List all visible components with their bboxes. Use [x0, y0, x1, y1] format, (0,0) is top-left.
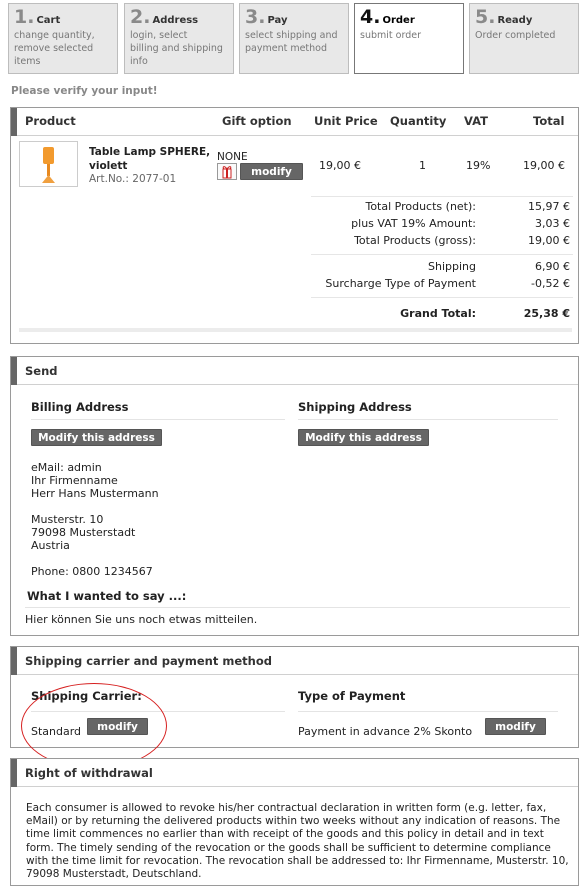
step-description: change quantity, remove selected items	[14, 30, 95, 67]
message-title: What I wanted to say ...:	[27, 589, 187, 603]
summary-label: Shipping	[428, 260, 476, 273]
step-cart[interactable]: 1. Cart change quantity, remove selected it…	[8, 3, 118, 74]
summary-label: Surcharge Type of Payment	[325, 277, 476, 290]
lamp-image-icon	[42, 147, 55, 183]
section-title: Send	[11, 357, 578, 385]
gift-icon[interactable]	[217, 163, 237, 180]
payment-type-value: Payment in advance 2% Skonto	[298, 725, 473, 738]
summary-label: Total Products (net):	[365, 200, 476, 213]
annotation-ellipse	[21, 683, 167, 769]
divider	[298, 711, 558, 712]
step-title: Cart	[36, 15, 61, 26]
column-header-total: Total	[533, 114, 565, 128]
summary-value: 6,90 €	[535, 260, 570, 273]
vat-rate: 19%	[466, 159, 491, 172]
column-header-product: Product	[25, 114, 76, 128]
verify-notice: Please verify your input!	[11, 85, 158, 97]
unit-price: 19,00 €	[319, 159, 361, 172]
summary-value: 15,97 €	[528, 200, 570, 213]
step-number: 3.	[245, 6, 266, 28]
withdrawal-section: Right of withdrawal Each consumer is all…	[10, 758, 579, 886]
order-summary-table: Product Gift option Unit Price Quantity …	[10, 107, 579, 344]
step-description: submit order	[360, 30, 421, 41]
modify-payment-button[interactable]: modify	[485, 718, 546, 735]
divider	[31, 419, 285, 420]
summary-label: Total Products (gross):	[354, 234, 476, 247]
step-number: 1.	[14, 6, 35, 28]
step-title: Pay	[267, 15, 288, 26]
line-total: 19,00 €	[523, 159, 565, 172]
summary-label: plus VAT 19% Amount:	[351, 217, 476, 230]
step-title: Order	[382, 15, 415, 26]
quantity: 1	[419, 159, 426, 172]
shipping-address-title: Shipping Address	[298, 400, 412, 414]
divider	[311, 297, 573, 298]
step-address[interactable]: 2. Address login, select billing and shipp…	[124, 3, 234, 74]
table-header-row	[11, 108, 578, 136]
billing-address-text: eMail: admin Ihr Firmenname Herr Hans Mu…	[31, 461, 159, 578]
step-title: Address	[152, 15, 199, 26]
summary-value: 19,00 €	[528, 234, 570, 247]
step-description: Order completed	[475, 30, 556, 41]
payment-type-title: Type of Payment	[298, 689, 406, 703]
product-image[interactable]	[19, 141, 78, 187]
gift-option-value: NONE	[217, 151, 248, 163]
grand-total-value: 25,38 €	[523, 307, 570, 320]
divider	[311, 254, 573, 255]
column-header-vat: VAT	[464, 114, 488, 128]
column-header-quantity: Quantity	[390, 114, 447, 128]
step-description: select shipping and payment method	[245, 30, 338, 54]
column-header-unit-price: Unit Price	[314, 114, 378, 128]
step-description: login, select billing and shipping info	[130, 30, 223, 67]
summary-value: 3,03 €	[535, 217, 570, 230]
step-number: 5.	[475, 6, 496, 28]
divider	[298, 419, 558, 420]
section-title: Shipping carrier and payment method	[11, 647, 578, 675]
product-article-number: Art.No.: 2077-01	[89, 173, 177, 185]
summary-value: -0,52 €	[531, 277, 570, 290]
section-title: Right of withdrawal	[11, 759, 578, 787]
checkout-steps: 1. Cart change quantity, remove selected it…	[8, 3, 579, 74]
step-number: 2.	[130, 6, 151, 28]
step-ready: 5. Ready Order completed	[469, 3, 579, 74]
modify-billing-address-button[interactable]: Modify this address	[31, 429, 162, 446]
column-header-gift: Gift option	[222, 114, 292, 128]
product-name[interactable]: Table Lamp SPHERE, violett	[89, 145, 213, 173]
table-footer-bar	[19, 328, 572, 332]
divider	[25, 607, 570, 608]
step-number: 4.	[360, 6, 381, 28]
billing-address-title: Billing Address	[31, 400, 129, 414]
modify-shipping-address-button[interactable]: Modify this address	[298, 429, 429, 446]
send-section: Send Billing Address Shipping Address Mo…	[10, 356, 579, 636]
step-pay[interactable]: 3. Pay select shipping and payment method	[239, 3, 349, 74]
grand-total-label: Grand Total:	[400, 307, 476, 320]
step-title: Ready	[497, 15, 533, 26]
withdrawal-text: Each consumer is allowed to revoke his/h…	[26, 802, 569, 881]
step-order: 4. Order submit order	[354, 3, 464, 74]
divider	[311, 196, 573, 197]
gift-modify-button[interactable]: modify	[240, 163, 303, 180]
customer-message: Hier können Sie uns noch etwas mitteilen…	[25, 613, 258, 626]
